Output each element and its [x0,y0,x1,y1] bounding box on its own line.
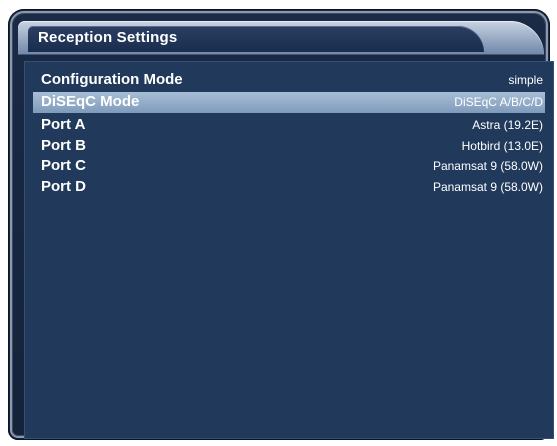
setting-label: Port D [41,178,86,195]
settings-window: Reception Settings Configuration Mode si… [8,9,554,440]
setting-label: Configuration Mode [41,71,183,88]
setting-value: DiSEqC A/B/C/D [454,95,543,109]
setting-value: Panamsat 9 (58.0W) [432,180,543,194]
setting-row-configuration-mode[interactable]: Configuration Mode simple [33,70,545,91]
setting-label: Port A [41,116,86,133]
title-bar: Reception Settings [18,21,544,55]
setting-row-diseqc-mode[interactable]: DiSEqC Mode DiSEqC A/B/C/D [33,92,545,113]
setting-row-port-b[interactable]: Port B Hotbird (13.0E) [33,136,545,157]
setting-value: Hotbird (13.0E) [461,139,543,153]
setting-value: simple [508,73,543,87]
setting-row-port-a[interactable]: Port A Astra (19.2E) [33,115,545,136]
setting-label: DiSEqC Mode [41,93,140,110]
setting-row-port-c[interactable]: Port C Panamsat 9 (58.0W) [33,156,545,177]
setting-value: Astra (19.2E) [472,118,543,132]
setting-value: Panamsat 9 (58.0W) [432,159,543,173]
setting-label: Port C [41,157,86,174]
setting-row-port-d[interactable]: Port D Panamsat 9 (58.0W) [33,177,545,198]
title-tab: Reception Settings [28,26,484,52]
screen: Reception Settings Configuration Mode si… [0,0,557,446]
setting-label: Port B [41,137,86,154]
window-title: Reception Settings [38,29,178,46]
settings-list: Configuration Mode simple DiSEqC Mode Di… [24,61,554,439]
